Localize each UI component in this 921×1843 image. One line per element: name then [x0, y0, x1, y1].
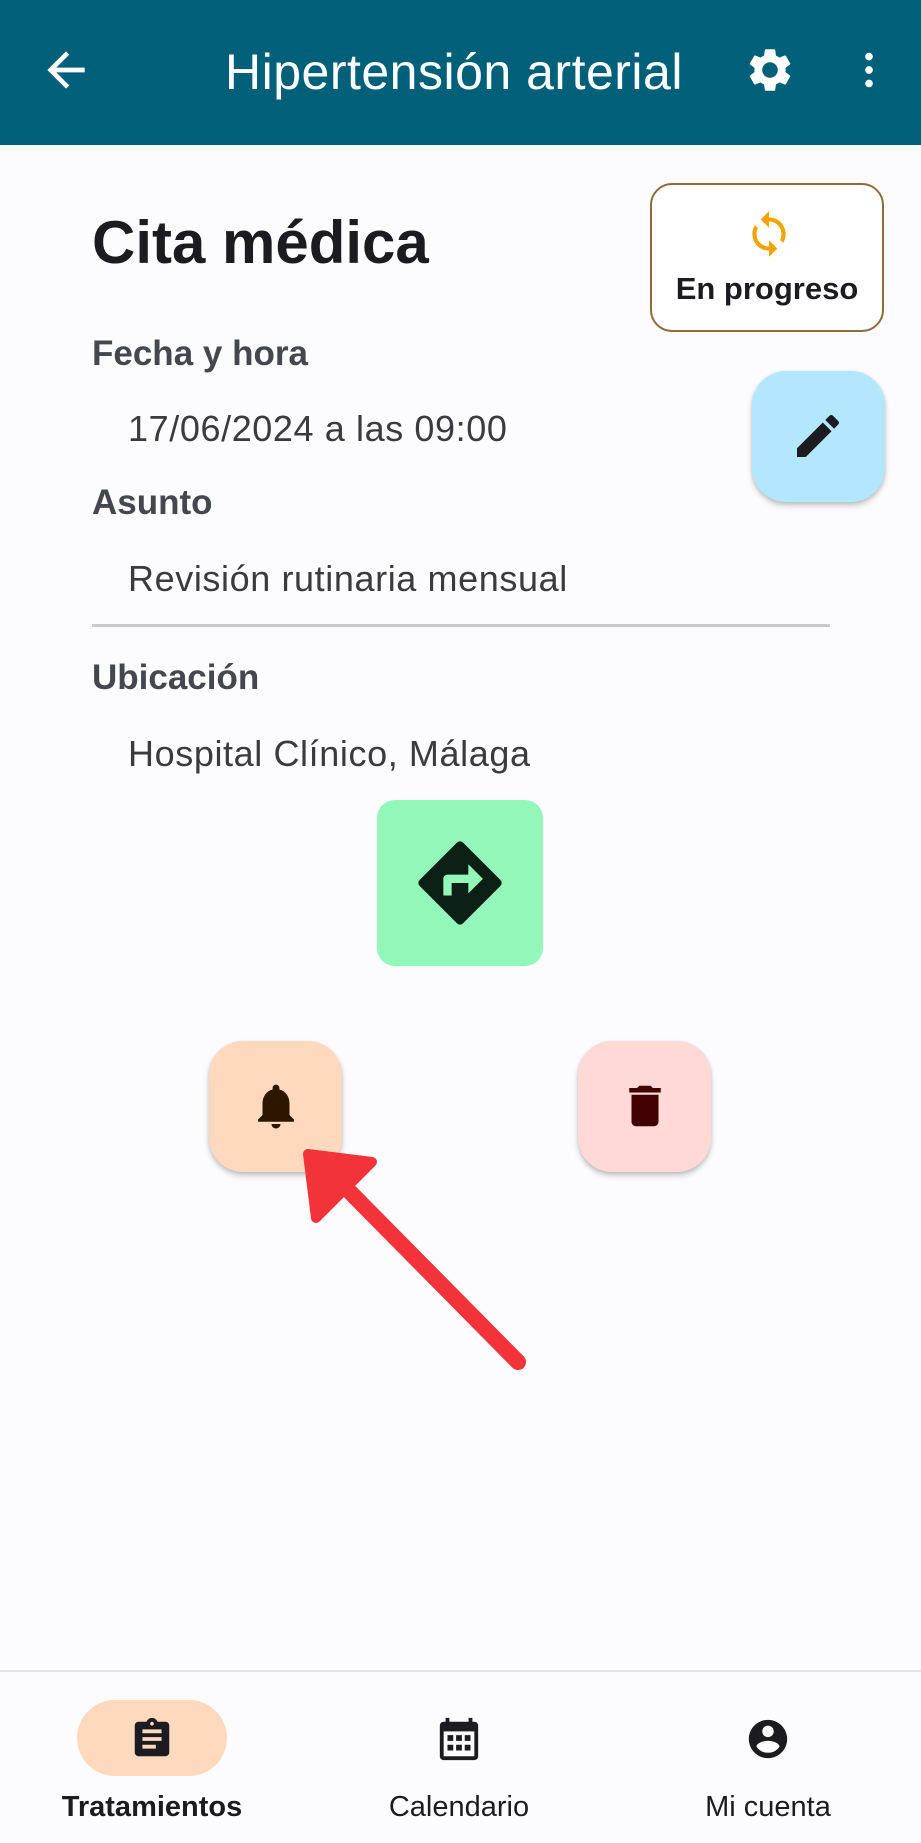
trash-icon — [629, 1085, 661, 1127]
subject-label: Asunto — [92, 483, 213, 522]
delete-button[interactable] — [578, 1041, 711, 1172]
directions-button[interactable] — [377, 800, 543, 966]
calendar-icon — [439, 1717, 479, 1761]
pencil-icon — [797, 414, 840, 457]
clipboard-icon — [134, 1717, 170, 1757]
annotation-arrow — [303, 1149, 526, 1370]
date-time-value: 17/06/2024 a las 09:00 — [128, 408, 508, 449]
bell-icon — [258, 1084, 294, 1129]
bottom-navigation: Tratamientos Calendario Mi cuenta — [0, 1670, 921, 1843]
location-label: Ubicación — [92, 658, 260, 697]
gear-icon[interactable] — [744, 44, 796, 96]
account-circle-icon — [748, 1719, 788, 1759]
appointment-heading: Cita médica — [92, 209, 429, 276]
status-chip[interactable]: En progreso — [650, 183, 884, 332]
sync-icon — [752, 211, 786, 257]
nav-label-tratamientos: Tratamientos — [61, 1791, 243, 1823]
divider — [92, 624, 830, 627]
date-time-label: Fecha y hora — [92, 334, 308, 373]
nav-label-mi-cuenta: Mi cuenta — [705, 1791, 831, 1823]
nav-item-mi-cuenta[interactable]: Mi cuenta — [658, 1672, 878, 1843]
nav-item-tratamientos[interactable]: Tratamientos — [42, 1672, 262, 1843]
nav-label-calendario: Calendario — [388, 1791, 530, 1823]
app-bar: Hipertensión arterial — [0, 0, 921, 145]
status-label: En progreso — [675, 271, 859, 306]
location-value: Hospital Clínico, Málaga — [128, 733, 531, 774]
more-vert-icon[interactable] — [846, 44, 892, 96]
directions-icon — [418, 841, 502, 925]
arrow-left-icon[interactable] — [38, 42, 94, 98]
page-title: Hipertensión arterial — [225, 44, 683, 100]
subject-value: Revisión rutinaria mensual — [128, 558, 568, 599]
nav-item-calendario[interactable]: Calendario — [349, 1672, 569, 1843]
edit-button[interactable] — [752, 371, 885, 502]
